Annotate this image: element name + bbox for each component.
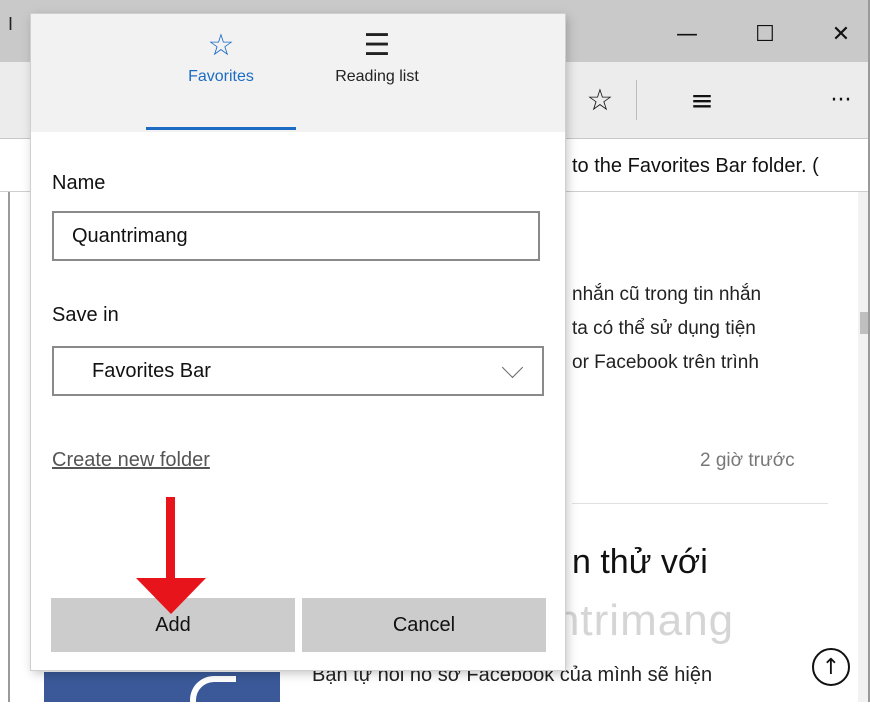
favorites-bar-hint: to the Favorites Bar folder. ( (572, 155, 819, 177)
article-headline[interactable]: n thử với (572, 543, 708, 582)
cancel-button[interactable]: Cancel (302, 598, 546, 652)
article-timestamp: 2 giờ trước (700, 450, 795, 471)
divider (572, 503, 828, 504)
star-icon: ☆ (207, 28, 235, 63)
save-in-label: Save in (52, 304, 119, 326)
tab-reading-list[interactable]: ☰ Reading list (310, 14, 444, 130)
save-in-dropdown[interactable]: Favorites Bar (52, 346, 544, 396)
browser-tab-fragment[interactable]: I (8, 14, 13, 35)
selected-tab-indicator (146, 127, 296, 130)
article-paragraph: nhắn cũ trong tin nhắn ta có thể sử dụng… (572, 278, 828, 380)
chevron-down-icon (501, 356, 524, 378)
maximize-button[interactable]: ☐ (742, 16, 788, 52)
hub-icon[interactable]: ≡ (680, 80, 724, 120)
scroll-to-top-icon[interactable]: ↑ (812, 648, 850, 686)
close-button[interactable]: ✕ (818, 16, 864, 52)
paragraph-line: ta có thể sử dụng tiện (572, 318, 756, 339)
window-left-border (8, 192, 10, 702)
minimize-button[interactable]: — (664, 16, 710, 52)
scrollbar-thumb[interactable] (860, 312, 868, 334)
flyout-tab-strip (31, 14, 565, 132)
tab-favorites[interactable]: ☆ Favorites (146, 14, 296, 130)
tab-favorites-label: Favorites (188, 68, 254, 85)
reading-list-icon: ☰ (363, 28, 391, 63)
more-icon[interactable]: ··· (818, 80, 864, 120)
annotation-arrow-shaft (166, 497, 175, 585)
thumbnail-logo (190, 676, 236, 712)
name-field[interactable] (52, 211, 540, 261)
favorites-star-icon[interactable]: ☆ (580, 80, 620, 120)
name-label: Name (52, 172, 106, 194)
annotation-arrow-icon (136, 578, 206, 614)
article-thumbnail[interactable] (44, 672, 280, 702)
create-new-folder-link[interactable]: Create new folder (52, 449, 210, 472)
paragraph-line: or Facebook trên trình (572, 352, 759, 373)
paragraph-line: nhắn cũ trong tin nhắn (572, 284, 762, 305)
tab-reading-list-label: Reading list (335, 68, 419, 85)
toolbar-separator (636, 80, 637, 120)
save-in-value: Favorites Bar (92, 359, 211, 382)
